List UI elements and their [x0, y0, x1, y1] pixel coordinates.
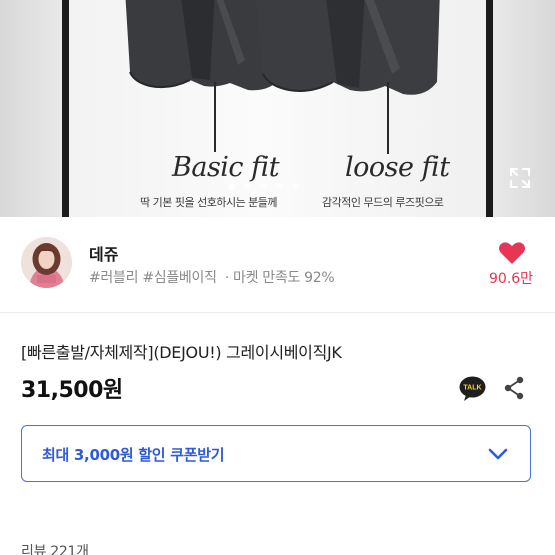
- coupon-label: 최대 3,000원 할인 쿠폰받기: [42, 446, 225, 464]
- carousel-dot[interactable]: [292, 183, 299, 190]
- tag-separator: ·: [224, 270, 229, 286]
- loose-fit-pointer-line: [387, 82, 389, 154]
- loose-fit-caption: 감각적인 무드의 루즈핏으로: [322, 196, 444, 209]
- carousel-pagination: [228, 183, 299, 190]
- basic-fit-label: Basic fit: [172, 152, 280, 183]
- basic-fit-pointer-line: [214, 82, 216, 152]
- seller-tag[interactable]: #심플베이직: [142, 270, 217, 286]
- review-count-link[interactable]: 리뷰 221개: [21, 541, 89, 555]
- carousel-dot[interactable]: [244, 183, 251, 190]
- expand-icon[interactable]: [509, 167, 531, 189]
- section-divider: [0, 312, 555, 313]
- jacket-loose-fit-image: [255, 0, 440, 95]
- carousel-dot[interactable]: [228, 183, 235, 190]
- mirror-frame-left: [62, 0, 69, 217]
- share-icon[interactable]: [503, 376, 525, 400]
- hero-background-left: [0, 0, 62, 217]
- basic-fit-caption: 딱 기본 핏을 선호하시는 분들께: [140, 196, 278, 209]
- seller-avatar[interactable]: [21, 237, 72, 288]
- carousel-dot[interactable]: [260, 183, 267, 190]
- loose-fit-label: loose fit: [345, 152, 450, 183]
- talk-icon-label: TALK: [463, 385, 481, 392]
- seller-tags: #러블리 #심플베이직 · 마켓 만족도 92%: [89, 267, 335, 287]
- market-satisfaction: 마켓 만족도 92%: [232, 270, 335, 286]
- chevron-down-icon: [488, 448, 508, 460]
- seller-tag[interactable]: #러블리: [89, 270, 138, 286]
- product-price: 31,500원: [21, 378, 123, 403]
- carousel-dot[interactable]: [276, 183, 283, 190]
- coupon-download-button[interactable]: 최대 3,000원 할인 쿠폰받기: [21, 425, 531, 482]
- product-title: [빠른출발/자체제작](DEJOU!) 그레이시베이직JK: [21, 343, 342, 362]
- seller-info[interactable]: 데쥬 #러블리 #심플베이직 · 마켓 만족도 92% 90.6만: [0, 217, 555, 312]
- seller-avatar-image: [21, 237, 72, 288]
- like-count: 90.6만: [489, 271, 534, 287]
- mirror-frame-right: [486, 0, 493, 217]
- seller-name[interactable]: 데쥬: [89, 241, 118, 265]
- kakaotalk-icon[interactable]: TALK: [459, 376, 486, 401]
- product-image-carousel[interactable]: Basic fit loose fit 딱 기본 핏을 선호하시는 분들께 감각…: [0, 0, 555, 217]
- heart-icon[interactable]: [498, 241, 526, 265]
